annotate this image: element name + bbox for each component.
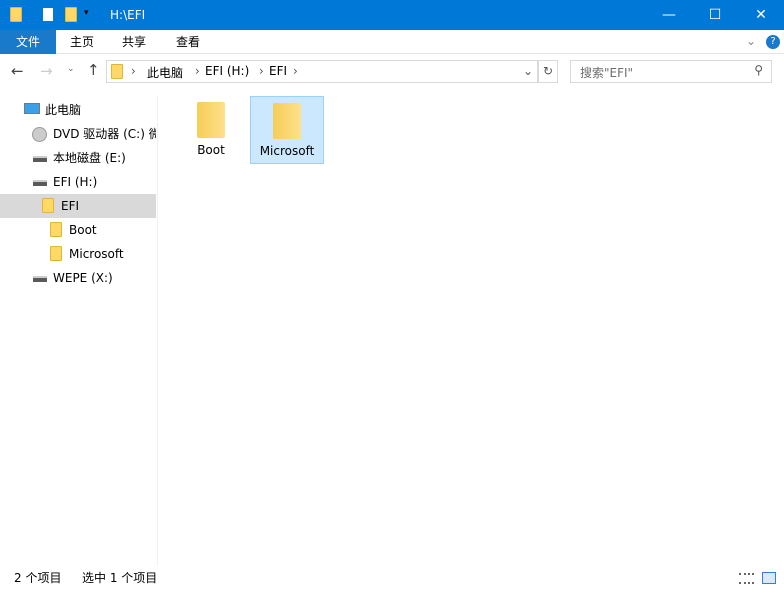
folder-name: Boot [197,143,225,157]
folder-icon [273,103,301,139]
tree-item-boot[interactable]: Boot [0,218,156,242]
tree-label: EFI [61,199,80,213]
tree-label: Boot [69,223,97,237]
tab-file[interactable]: 文件 [0,30,56,54]
folder-icon [197,102,225,138]
tree-label: EFI (H:) [53,175,98,189]
folder-icon [50,246,62,261]
tree-item-efi[interactable]: EFI [0,194,156,218]
computer-icon [24,103,40,114]
tree-item-local-disk-e[interactable]: 本地磁盘 (E:) [0,146,156,170]
folder-icon [111,64,123,79]
help-icon[interactable]: ? [766,35,780,49]
status-bar: 2 个项目 选中 1 个项目 [0,566,784,591]
refresh-button[interactable]: ↻ [538,60,558,83]
folder-item-microsoft[interactable]: Microsoft [250,96,324,164]
tree-item-dvd[interactable]: DVD 驱动器 (C:) 微 [0,122,156,146]
drive-icon [33,276,47,282]
window-title: H:\EFI [110,8,146,22]
customize-toolbar-icon[interactable]: ▾ [84,8,89,18]
drive-icon [33,156,47,162]
search-icon: ⚲ [754,63,763,77]
tab-view[interactable]: 查看 [160,30,216,54]
dvd-icon [32,127,47,142]
navigation-pane: 此电脑 DVD 驱动器 (C:) 微 本地磁盘 (E:) EFI (H:) EF… [0,96,158,566]
tree-item-this-pc[interactable]: 此电脑 [0,98,156,122]
close-button[interactable]: ✕ [738,0,784,30]
folder-icon [42,198,54,213]
folder-icon [10,7,22,22]
folder-icon [50,222,62,237]
tree-label: WEPE (X:) [53,271,113,285]
up-button[interactable]: ↑ [87,61,100,79]
selected-count: 选中 1 个项目 [82,571,158,585]
search-placeholder: 搜索"EFI" [580,66,634,80]
item-count: 2 个项目 [14,571,62,585]
back-button[interactable]: ← [11,62,24,80]
breadcrumb-this-pc[interactable]: 此电脑 [147,64,183,81]
minimize-button[interactable]: — [646,0,692,30]
tree-label: Microsoft [69,247,124,261]
ribbon: 文件 主页 共享 查看 ⌄ ? [0,30,784,54]
forward-button[interactable]: → [40,62,53,80]
breadcrumb-efi[interactable]: EFI [269,64,287,78]
breadcrumb-efi-drive[interactable]: EFI (H:) [205,64,249,78]
tree-item-microsoft[interactable]: Microsoft [0,242,156,266]
recent-locations-button[interactable]: ⌄ [67,64,75,74]
new-file-icon[interactable] [43,8,53,21]
folder-item-boot[interactable]: Boot [174,96,248,164]
folder-name: Microsoft [259,144,315,158]
tab-home[interactable]: 主页 [56,30,108,54]
navigation-bar: ← → ⌄ ↑ › 此电脑 › EFI (H:) › EFI › ⌄ ↻ 搜索"… [0,58,784,86]
drive-icon [33,180,47,186]
tab-share[interactable]: 共享 [108,30,160,54]
tree-label: 本地磁盘 (E:) [53,151,126,165]
maximize-button[interactable]: ☐ [692,0,738,30]
tree-item-wepe[interactable]: WEPE (X:) [0,266,156,290]
large-icons-view-button[interactable] [762,572,776,584]
title-bar: ▾ H:\EFI — ☐ ✕ [0,0,784,30]
tree-label: DVD 驱动器 (C:) 微 [53,127,156,141]
tree-label: 此电脑 [45,103,82,117]
details-view-button[interactable] [739,573,754,584]
tree-item-efi-drive[interactable]: EFI (H:) [0,170,156,194]
new-folder-icon[interactable] [65,7,77,22]
address-bar[interactable]: › 此电脑 › EFI (H:) › EFI › ⌄ [106,60,538,83]
expand-ribbon-icon[interactable]: ⌄ [746,34,756,48]
address-dropdown-icon[interactable]: ⌄ [523,64,533,78]
search-input[interactable]: 搜索"EFI" ⚲ [570,60,772,83]
